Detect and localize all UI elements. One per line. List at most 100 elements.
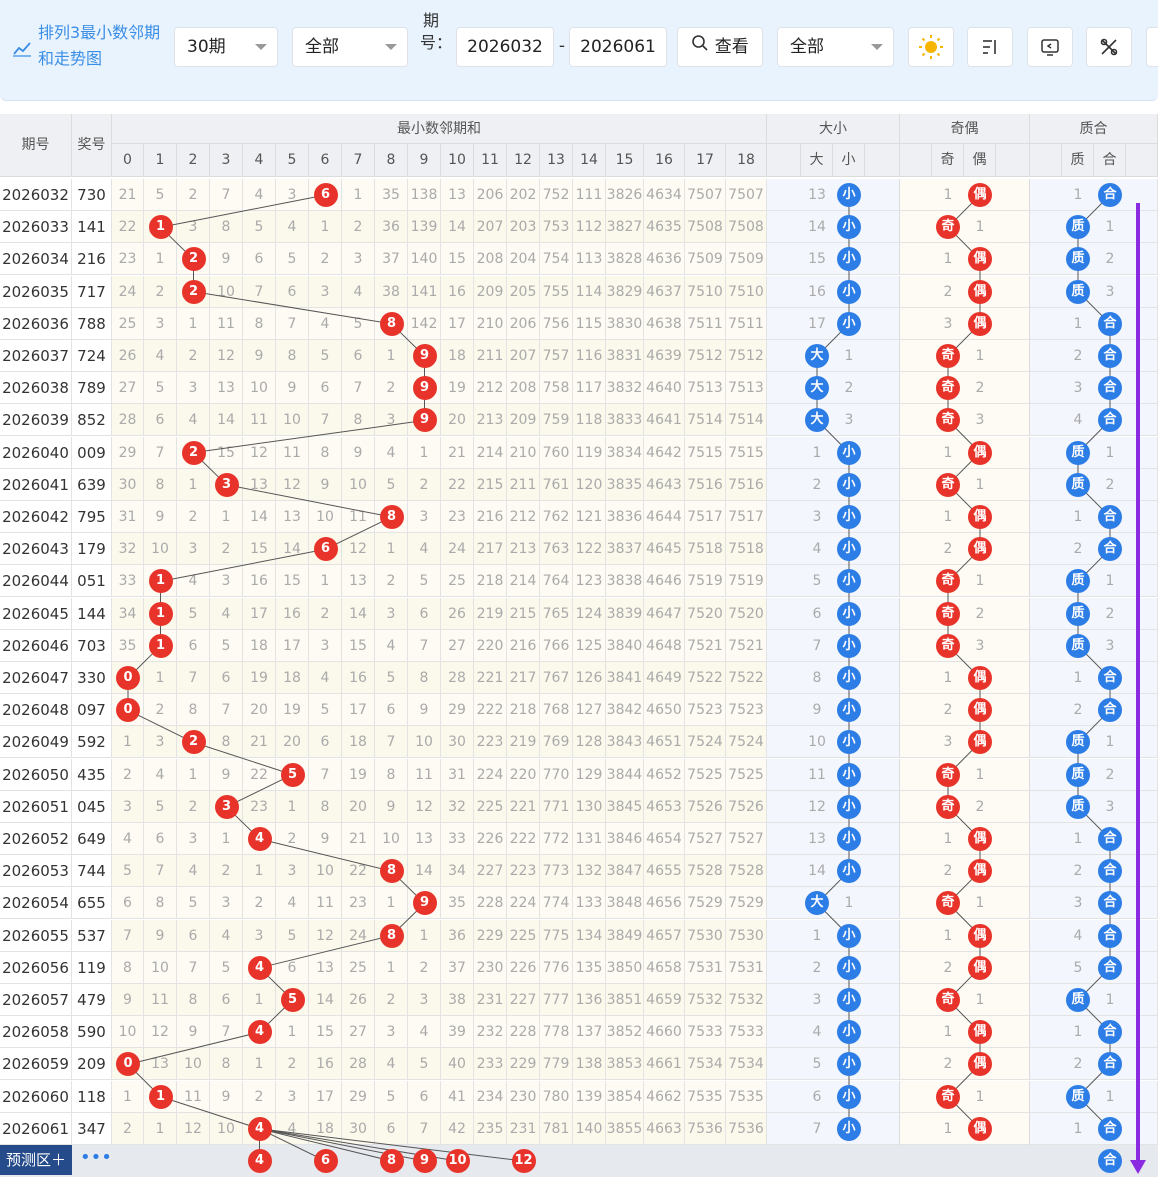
- trend-cell: 2: [375, 984, 408, 1016]
- prime-section-bg: [1030, 307, 1158, 340]
- size-section-bg: [767, 1080, 900, 1113]
- table-row-prize: 051: [72, 565, 112, 598]
- trend-cell: 7519: [685, 565, 726, 598]
- trend-cell: 220: [507, 758, 540, 791]
- trend-cell: 18: [441, 340, 474, 372]
- prime-ball-composite: 合: [1098, 1020, 1122, 1045]
- red-ball-6: 6: [313, 537, 338, 562]
- trend-cell: 7532: [685, 984, 726, 1016]
- chart-title[interactable]: 排列3最小数邻期和走势图: [38, 20, 168, 72]
- trend-cell: 2: [342, 211, 375, 244]
- trend-cell: 217: [474, 533, 507, 566]
- trend-cell: 760: [540, 436, 573, 469]
- trend-cell: 7521: [685, 629, 726, 662]
- trend-cell: 9: [309, 468, 342, 501]
- query-button[interactable]: 查看: [677, 27, 763, 67]
- prime-section-bg: [1030, 404, 1158, 437]
- trend-cell: 119: [573, 436, 606, 469]
- trend-cell: 207: [507, 340, 540, 372]
- table-row-issue: 2026058: [0, 1016, 72, 1049]
- predict-ball-6[interactable]: 6: [313, 1149, 338, 1173]
- predict-ball-4[interactable]: 4: [247, 1149, 272, 1173]
- predict-ball-12[interactable]: 12: [511, 1149, 536, 1173]
- trend-cell: 214: [507, 565, 540, 598]
- size-section-bg: [767, 855, 900, 888]
- size-miss-count: 9: [812, 702, 822, 719]
- trend-cell: 228: [474, 887, 507, 920]
- trend-cell: 202: [507, 179, 540, 211]
- red-ball-9: 9: [412, 376, 437, 401]
- red-ball-4: 4: [247, 1116, 272, 1141]
- trend-cell: 7532: [726, 984, 767, 1016]
- table-row-issue: 2026045: [0, 597, 72, 630]
- issue-from-input[interactable]: 2026032: [456, 27, 554, 67]
- range-dash: -: [558, 36, 566, 56]
- trend-cell: 7534: [726, 1048, 767, 1081]
- prime-ball-composite: 合: [1098, 344, 1122, 368]
- trend-cell: 7526: [726, 790, 767, 823]
- table-row-prize: 744: [72, 855, 112, 888]
- trend-cell: 770: [540, 758, 573, 791]
- trend-cell: 140: [573, 1112, 606, 1145]
- predict-area-label[interactable]: 预测区＋: [0, 1145, 72, 1175]
- more-dots-icon[interactable]: •••: [80, 1145, 112, 1175]
- prime-miss-count: 2: [1073, 348, 1083, 364]
- filter-select[interactable]: 全部: [292, 27, 408, 67]
- parity-ball-odd: 奇: [936, 472, 960, 497]
- tools-button[interactable]: [1086, 27, 1132, 67]
- parity-miss-count: 3: [943, 315, 953, 332]
- trend-cell: 3827: [606, 211, 644, 244]
- issue-to-input[interactable]: 2026061: [569, 27, 667, 67]
- trend-cell: 3: [243, 919, 276, 952]
- trend-cell: 13: [276, 501, 309, 533]
- prime-section-bg: [1030, 179, 1158, 211]
- table-row-issue: 2026041: [0, 468, 72, 501]
- trend-cell: 7529: [726, 887, 767, 920]
- trend-cell: 208: [474, 243, 507, 276]
- period-select[interactable]: 30期: [174, 27, 278, 67]
- size-section-bg: [767, 307, 900, 340]
- predict-ball-9[interactable]: 9: [412, 1149, 437, 1173]
- size-section-bg: [767, 436, 900, 469]
- red-ball-2: 2: [181, 279, 206, 304]
- trend-cell: 8: [112, 951, 144, 984]
- trend-cell: 6: [309, 372, 342, 405]
- trend-cell: 132: [573, 855, 606, 888]
- size-miss-count: 16: [808, 283, 826, 300]
- trend-cell: 7: [408, 629, 441, 662]
- trend-cell: 15: [309, 1016, 342, 1049]
- trend-cell: 7507: [726, 179, 767, 211]
- trend-cell: 7: [375, 726, 408, 759]
- trend-cell: 7518: [685, 533, 726, 566]
- predict-ball-8[interactable]: 8: [379, 1149, 404, 1173]
- header-prime-pad: [1030, 144, 1062, 177]
- prime-miss-count: 1: [1073, 187, 1083, 203]
- trend-cell: 2: [276, 823, 309, 855]
- sort-button[interactable]: [967, 27, 1013, 67]
- trend-cell: 27: [441, 629, 474, 662]
- trend-cell: 231: [474, 984, 507, 1016]
- trend-cell: 9: [144, 919, 177, 952]
- size-ball-small: 小: [837, 633, 861, 658]
- predict-ball-10[interactable]: 10: [445, 1149, 470, 1173]
- size-miss-count: 6: [812, 605, 822, 622]
- trend-cell: 4635: [644, 211, 685, 244]
- table-row-issue: 2026042: [0, 501, 72, 533]
- theme-button[interactable]: [908, 27, 954, 67]
- trend-cell: 12: [210, 340, 243, 372]
- size-miss-count: 6: [812, 1088, 822, 1105]
- more-button[interactable]: [1146, 27, 1158, 67]
- parity-section-bg: [900, 951, 1030, 984]
- trend-cell: 4645: [644, 533, 685, 566]
- table-row-prize: 724: [72, 340, 112, 372]
- trend-cell: 16: [276, 597, 309, 630]
- screen-button[interactable]: [1027, 27, 1073, 67]
- filter2-select[interactable]: 全部: [777, 27, 894, 67]
- header-col-9: 9: [408, 144, 441, 177]
- trend-cell: 10: [375, 823, 408, 855]
- red-ball-5: 5: [280, 762, 305, 787]
- trend-cell: 7513: [726, 372, 767, 405]
- predict-prime-ball[interactable]: 合: [1098, 1149, 1122, 1173]
- red-ball-8: 8: [379, 311, 404, 336]
- trend-cell: 5: [210, 951, 243, 984]
